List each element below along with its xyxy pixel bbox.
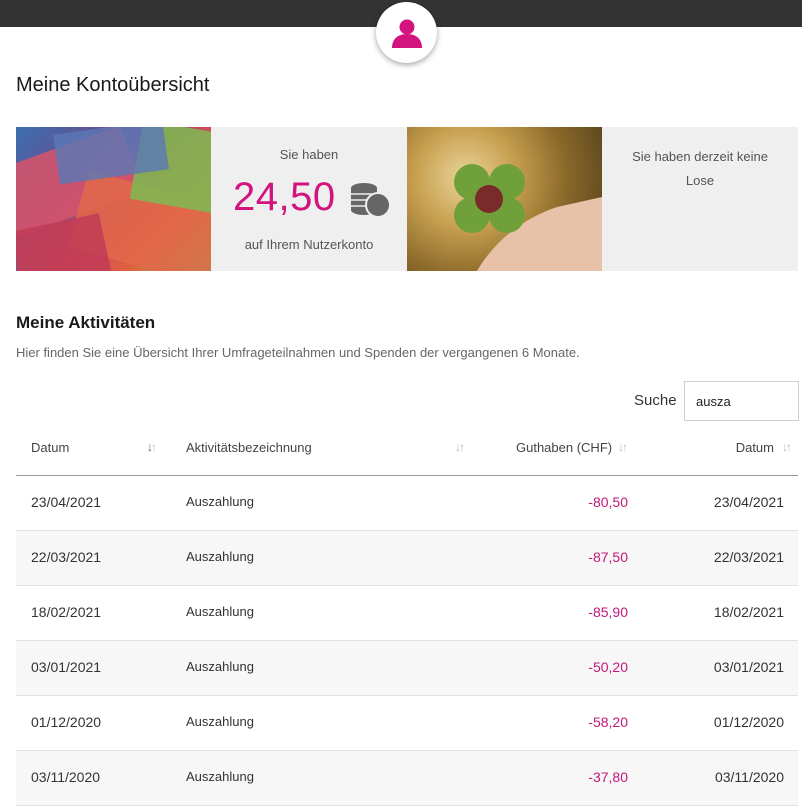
table-row: 18/02/2021 Auszahlung -85,90 18/02/2021	[16, 586, 798, 641]
row-date-2: 03/01/2021	[713, 659, 784, 675]
balance-intro: Sie haben	[279, 147, 339, 162]
row-amount: -58,20	[588, 714, 628, 730]
balance-amount: 24,50	[233, 175, 336, 219]
column-header-balance[interactable]: Guthaben (CHF)	[516, 440, 612, 455]
row-amount: -50,20	[588, 659, 628, 675]
user-profile-button[interactable]	[376, 2, 437, 63]
row-date: 22/03/2021	[31, 549, 102, 565]
table-row: 23/04/2021 Auszahlung -80,50 23/04/2021	[16, 476, 798, 531]
row-activity: Auszahlung	[186, 549, 254, 564]
table-row: 22/03/2021 Auszahlung -87,50 22/03/2021	[16, 531, 798, 586]
table-row: 03/01/2021 Auszahlung -50,20 03/01/2021	[16, 641, 798, 696]
row-date: 01/12/2020	[31, 714, 102, 730]
row-amount: -80,50	[588, 494, 628, 510]
row-date-2: 22/03/2021	[713, 549, 784, 565]
row-date: 23/04/2021	[31, 494, 102, 510]
sort-date-icon[interactable]: ↓↑	[147, 440, 157, 454]
row-date-2: 01/12/2020	[713, 714, 784, 730]
row-amount: -37,80	[588, 769, 628, 785]
sort-activity-icon[interactable]: ↓↑	[455, 440, 465, 454]
row-amount: -87,50	[588, 549, 628, 565]
coins-icon	[351, 183, 391, 218]
table-row: 03/11/2020 Auszahlung -37,80 03/11/2020	[16, 751, 798, 806]
clover-illustration	[454, 164, 602, 271]
balance-card: Sie haben 24,50 auf Ihrem Nutzerkonto	[211, 127, 407, 271]
balance-outro: auf Ihrem Nutzerkonto	[244, 237, 374, 252]
table-row: 01/12/2020 Auszahlung -58,20 01/12/2020	[16, 696, 798, 751]
row-activity: Auszahlung	[186, 659, 254, 674]
column-header-activity[interactable]: Aktivitätsbezeichnung	[186, 440, 312, 455]
row-activity: Auszahlung	[186, 494, 254, 509]
activities-table: Datum ↓↑ Aktivitätsbezeichnung ↓↑ Guthab…	[16, 421, 798, 806]
page-title: Meine Kontoübersicht	[16, 74, 210, 96]
overview-cards: Sie haben 24,50 auf Ihrem Nutzerkonto Si…	[16, 127, 798, 271]
row-date: 03/11/2020	[31, 769, 101, 785]
row-activity: Auszahlung	[186, 604, 254, 619]
lottery-text: Sie haben derzeit keine Lose	[632, 149, 768, 188]
row-amount: -85,90	[588, 604, 628, 620]
banknotes-image	[16, 127, 211, 271]
row-activity: Auszahlung	[186, 714, 254, 729]
row-date-2: 23/04/2021	[713, 494, 784, 510]
sort-date-2-icon[interactable]: ↓↑	[782, 440, 792, 454]
search-label: Suche	[634, 392, 677, 409]
column-header-date[interactable]: Datum	[31, 440, 69, 455]
search-input[interactable]	[684, 381, 799, 421]
column-header-date-2[interactable]: Datum	[736, 440, 774, 455]
activities-subtitle: Hier finden Sie eine Übersicht Ihrer Umf…	[16, 345, 580, 360]
user-icon	[391, 19, 422, 48]
row-date: 03/01/2021	[31, 659, 102, 675]
clover-image	[407, 127, 602, 271]
row-date-2: 18/02/2021	[713, 604, 784, 620]
row-activity: Auszahlung	[186, 769, 254, 784]
table-header: Datum ↓↑ Aktivitätsbezeichnung ↓↑ Guthab…	[16, 421, 798, 476]
row-date-2: 03/11/2020	[714, 769, 784, 785]
row-date: 18/02/2021	[31, 604, 102, 620]
lottery-card: Sie haben derzeit keine Lose	[602, 127, 798, 271]
sort-balance-icon[interactable]: ↓↑	[618, 440, 628, 454]
banknotes-illustration	[16, 127, 211, 271]
activities-title: Meine Aktivitäten	[16, 313, 156, 332]
